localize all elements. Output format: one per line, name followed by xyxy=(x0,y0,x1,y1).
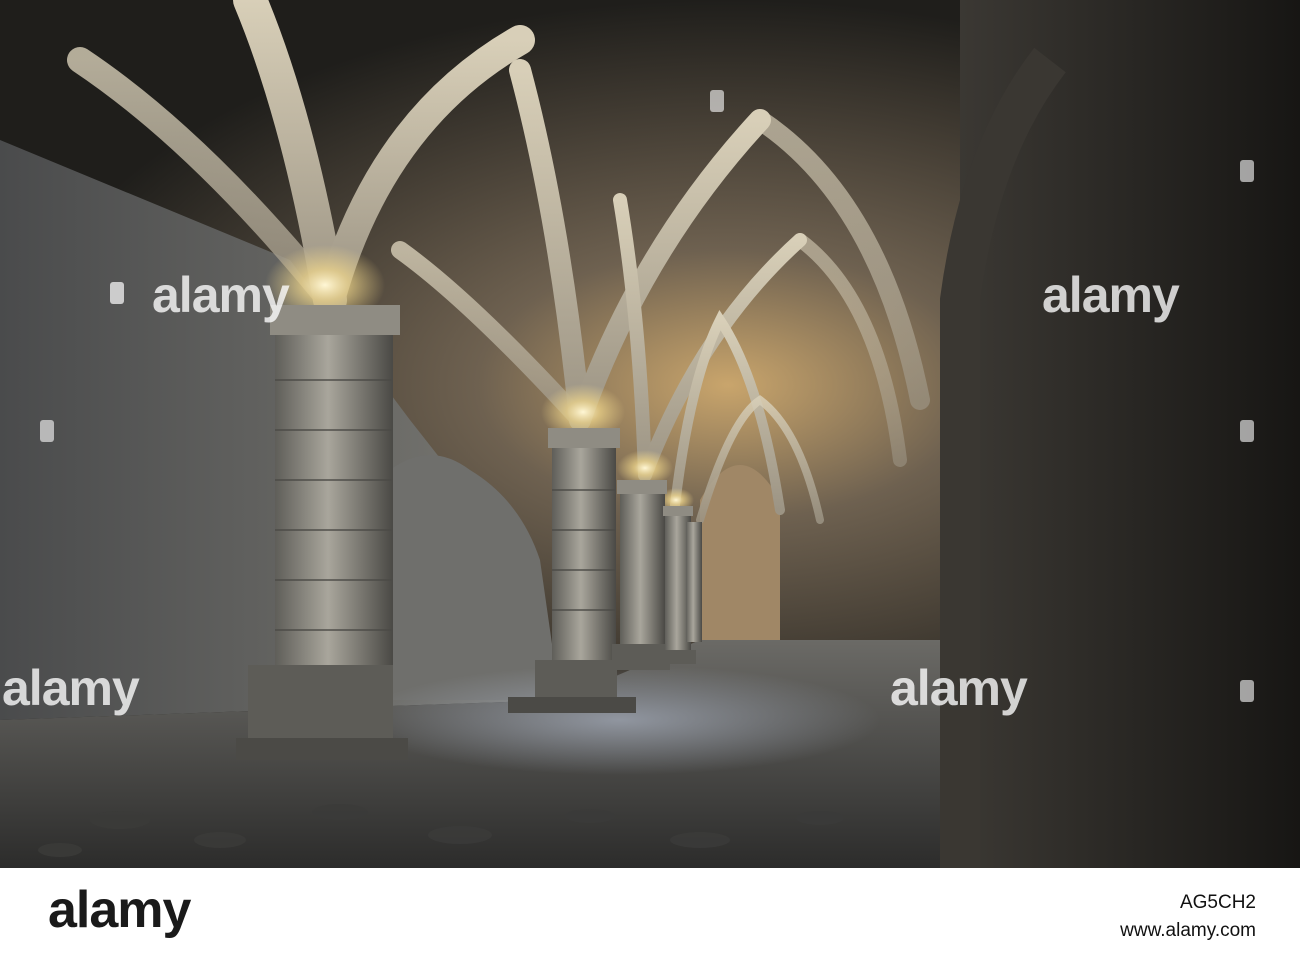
watermark-top-left: alamy xyxy=(152,267,290,323)
footer-url[interactable]: www.alamy.com xyxy=(1120,920,1256,942)
watermark-middle-left: alamy xyxy=(2,660,140,716)
watermark-icon xyxy=(40,420,54,442)
stock-photo-page: alamy alamy alamy alamy alamy AG5CH2 www… xyxy=(0,0,1300,956)
image-id: AG5CH2 xyxy=(1179,892,1256,913)
footer-logo[interactable]: alamy xyxy=(48,884,191,936)
crypt-illustration xyxy=(0,0,1300,868)
stock-footer: alamy AG5CH2 www.alamy.com xyxy=(0,868,1300,956)
watermark-icon xyxy=(1240,420,1254,442)
watermark-top-right: alamy xyxy=(1042,267,1180,323)
watermark-center: alamy xyxy=(890,660,1028,716)
watermark-icon xyxy=(1240,160,1254,182)
cathedral-crypt-photo: alamy alamy alamy alamy xyxy=(0,0,1300,868)
watermark-icon xyxy=(1240,680,1254,702)
watermark-icon xyxy=(110,282,124,304)
watermark-icon xyxy=(710,90,724,112)
